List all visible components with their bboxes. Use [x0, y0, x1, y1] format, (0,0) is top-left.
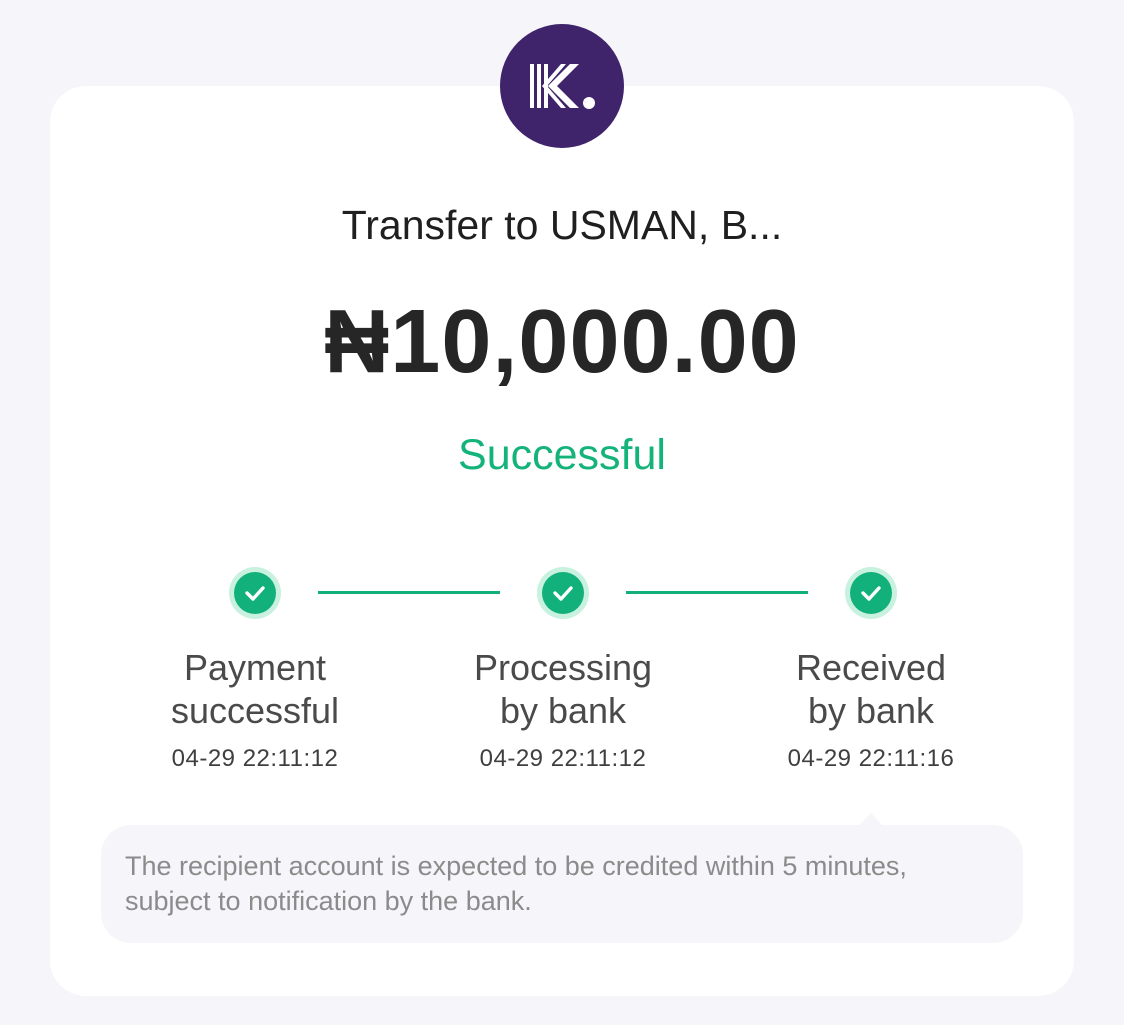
- check-circle-icon: [845, 567, 897, 619]
- step-label-line: by bank: [807, 690, 935, 731]
- credit-info-text: The recipient account is expected to be …: [125, 851, 907, 916]
- kuda-logo: [500, 24, 624, 148]
- step-label-line: successful: [170, 690, 340, 731]
- transfer-recipient-title: Transfer to USMAN, B...: [341, 202, 783, 248]
- transfer-status: Successful: [458, 431, 666, 479]
- check-circle-icon: [537, 567, 589, 619]
- check-circle-icon: [229, 567, 281, 619]
- step-payment-successful-label: Payment successful: [105, 646, 405, 732]
- timeline-connector: [626, 591, 808, 594]
- step-processing-label: Processing by bank: [413, 646, 713, 732]
- step-label-line: Processing: [473, 647, 653, 688]
- step-label-line: Payment: [183, 647, 327, 688]
- step-label-line: by bank: [499, 690, 627, 731]
- step-timestamp: 04-29 22:11:16: [787, 745, 955, 772]
- step-timestamp: 04-29 22:11:12: [479, 745, 647, 772]
- step-received-label: Received by bank: [721, 646, 1021, 732]
- kuda-k-logo-icon: [530, 64, 595, 109]
- credit-info-note: The recipient account is expected to be …: [101, 825, 1023, 943]
- step-label-line: Received: [795, 647, 947, 688]
- timeline-connector: [318, 591, 500, 594]
- transfer-amount: ₦10,000.00: [324, 292, 800, 392]
- step-timestamp: 04-29 22:11:12: [171, 745, 339, 772]
